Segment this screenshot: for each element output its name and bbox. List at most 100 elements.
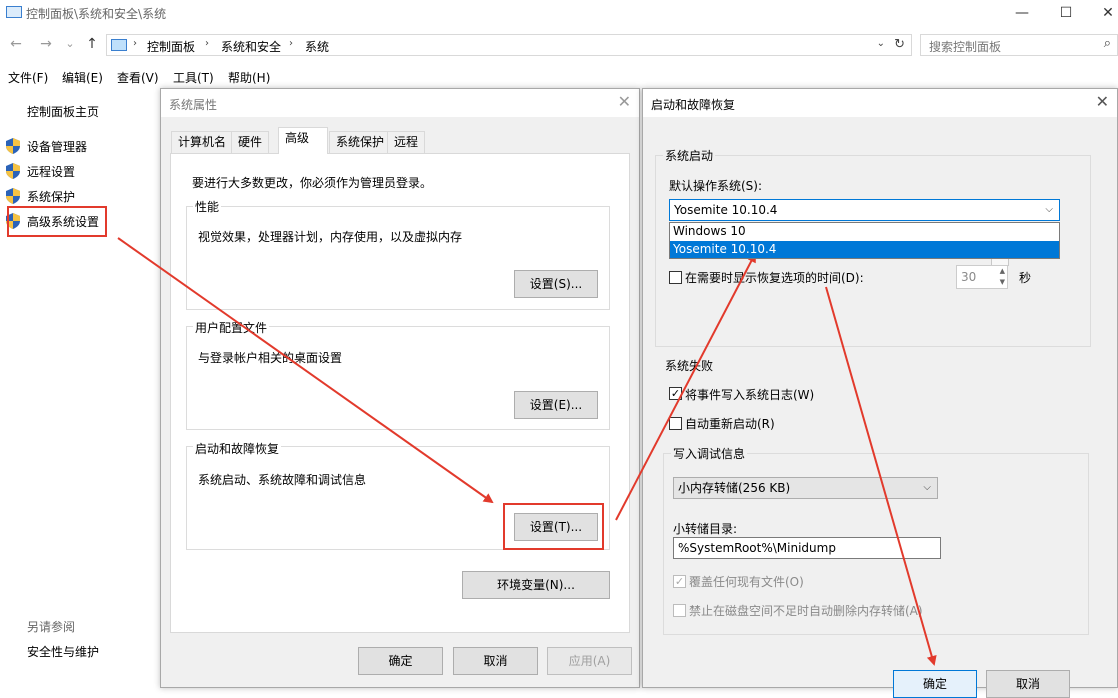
control-panel-icon (6, 6, 22, 18)
sidebar-item-device-manager[interactable]: 设备管理器 (27, 138, 87, 155)
close-icon[interactable]: ✕ (1096, 92, 1109, 111)
disable-autodelete-checkbox[interactable] (673, 604, 686, 617)
annotation-highlight (7, 206, 107, 237)
write-event-log-checkbox[interactable]: ✓ (669, 387, 682, 400)
breadcrumb-control-panel[interactable]: 控制面板 (147, 38, 195, 55)
tab-hardware[interactable]: 硬件 (231, 131, 270, 153)
control-panel-home-link[interactable]: 控制面板主页 (27, 103, 99, 120)
default-os-select[interactable]: Yosemite 10.10.4 ⌵ (669, 199, 1060, 221)
dialog-title: 系统属性 (169, 98, 218, 112)
forward-button[interactable]: → (38, 36, 54, 52)
spinner-arrows[interactable]: ▲ ▼ (1000, 266, 1005, 288)
startup-label: 启动和故障恢复 (193, 440, 282, 457)
sidebar-item-system-protection[interactable]: 系统保护 (27, 188, 75, 205)
window-title: 控制面板\系统和安全\系统 (26, 7, 167, 21)
performance-settings-button[interactable]: 设置(S)... (514, 270, 598, 298)
search-icon[interactable]: ⌕ (1104, 36, 1111, 51)
profiles-settings-button[interactable]: 设置(E)... (514, 391, 598, 419)
profiles-desc: 与登录帐户相关的桌面设置 (198, 351, 343, 365)
annotation-highlight (503, 503, 604, 550)
startup-recovery-dialog: 启动和故障恢复 ✕ 系统启动 默认操作系统(S): Yosemite 10.10… (642, 88, 1118, 698)
system-failure-label: 系统失败 (663, 357, 716, 374)
ok-button[interactable]: 确定 (358, 647, 443, 675)
dump-dir-value: %SystemRoot%\Minidump (678, 541, 836, 555)
tab-advanced[interactable]: 高级 (278, 127, 328, 154)
see-also-security-link[interactable]: 安全性与维护 (27, 643, 99, 660)
menu-edit[interactable]: 编辑(E) (62, 69, 103, 86)
address-bar[interactable]: › 控制面板 › 系统和安全 › 系统 ⌄ ↻ (106, 34, 912, 56)
menu-file[interactable]: 文件(F) (8, 69, 48, 86)
breadcrumb-separator: › (133, 38, 137, 49)
environment-variables-button[interactable]: 环境变量(N)... (462, 571, 610, 599)
sidebar-item-remote-settings[interactable]: 远程设置 (27, 163, 75, 180)
close-button[interactable]: ✕ (1098, 4, 1118, 22)
chevron-down-icon: ⌵ (923, 482, 931, 493)
show-recovery-label: 在需要时显示恢复选项的时间(D): (685, 271, 864, 285)
chevron-down-icon: ⌵ (1045, 204, 1053, 215)
refresh-icon[interactable]: ↻ (894, 37, 905, 52)
show-recovery-checkbox[interactable] (669, 271, 682, 284)
performance-label: 性能 (193, 198, 222, 215)
breadcrumb-separator: › (289, 38, 293, 49)
recent-locations-button[interactable]: ⌄ (62, 36, 78, 52)
os-option-yosemite[interactable]: Yosemite 10.10.4 (670, 241, 1059, 258)
system-properties-dialog: 系统属性 ✕ 计算机名 硬件 高级 系统保护 远程 要进行大多数更改，你必须作为… (160, 88, 640, 688)
overwrite-checkbox[interactable]: ✓ (673, 575, 686, 588)
tab-remote[interactable]: 远程 (387, 131, 426, 153)
minimize-button[interactable]: — (1012, 4, 1032, 22)
close-icon[interactable]: ✕ (618, 92, 631, 111)
admin-note: 要进行大多数更改，你必须作为管理员登录。 (192, 176, 433, 190)
tab-system-protection[interactable]: 系统保护 (329, 131, 392, 153)
os-option-windows[interactable]: Windows 10 (670, 223, 1059, 241)
control-panel-icon (111, 39, 127, 51)
performance-desc: 视觉效果，处理器计划，内存使用，以及虚拟内存 (198, 230, 463, 244)
maximize-button[interactable]: ☐ (1056, 4, 1076, 22)
recovery-seconds-value: 30 (961, 270, 977, 284)
chevron-down-icon[interactable]: ⌄ (877, 38, 885, 49)
window-titlebar: 控制面板\系统和安全\系统 — ☐ ✕ (0, 0, 1118, 26)
debug-type-value: 小内存转储(256 KB) (678, 481, 791, 495)
up-button[interactable]: ↑ (84, 36, 100, 52)
menu-help[interactable]: 帮助(H) (228, 69, 270, 86)
shield-icon (6, 138, 20, 154)
debug-type-select[interactable]: 小内存转储(256 KB) ⌵ (673, 477, 938, 499)
auto-restart-checkbox[interactable] (669, 417, 682, 430)
shield-icon (6, 188, 20, 204)
dialog-title: 启动和故障恢复 (651, 98, 736, 112)
breadcrumb-system[interactable]: 系统 (305, 38, 329, 55)
disable-autodelete-label: 禁止在磁盘空间不足时自动删除内存转储(A) (689, 604, 923, 618)
seconds-unit: 秒 (1019, 271, 1032, 285)
recovery-seconds-input[interactable]: 30 ▲ ▼ (956, 265, 1008, 289)
os-dropdown-list: Windows 10 Yosemite 10.10.4 (669, 222, 1060, 259)
system-startup-label: 系统启动 (663, 147, 716, 164)
dump-dir-label: 小转储目录: (673, 522, 738, 536)
cancel-button[interactable]: 取消 (453, 647, 538, 675)
dialog-titlebar: 启动和故障恢复 ✕ (643, 89, 1117, 117)
search-input[interactable]: 搜索控制面板 ⌕ (920, 34, 1118, 56)
default-os-value: Yosemite 10.10.4 (674, 203, 778, 217)
menu-tools[interactable]: 工具(T) (173, 69, 214, 86)
tab-computer-name[interactable]: 计算机名 (171, 131, 234, 153)
see-also-heading: 另请参阅 (27, 620, 76, 634)
auto-restart-label: 自动重新启动(R) (685, 417, 775, 431)
startup-desc: 系统启动、系统故障和调试信息 (198, 473, 367, 487)
debug-info-label: 写入调试信息 (671, 445, 748, 462)
back-button[interactable]: ← (8, 36, 24, 52)
ok-button[interactable]: 确定 (893, 670, 977, 698)
search-placeholder: 搜索控制面板 (929, 40, 1002, 54)
overwrite-label: 覆盖任何现有文件(O) (689, 575, 804, 589)
menu-view[interactable]: 查看(V) (117, 69, 159, 86)
dump-dir-input[interactable]: %SystemRoot%\Minidump (673, 537, 941, 559)
tab-pane-advanced: 要进行大多数更改，你必须作为管理员登录。 性能 视觉效果，处理器计划，内存使用，… (170, 153, 630, 633)
breadcrumb-separator: › (205, 38, 209, 49)
write-event-log-label: 将事件写入系统日志(W) (685, 388, 815, 402)
address-row: ← → ⌄ ↑ › 控制面板 › 系统和安全 › 系统 ⌄ ↻ 搜索控制面板 ⌕ (0, 32, 1118, 58)
cancel-button[interactable]: 取消 (986, 670, 1070, 698)
breadcrumb-security[interactable]: 系统和安全 (221, 38, 281, 55)
profiles-label: 用户配置文件 (193, 319, 270, 336)
default-os-label: 默认操作系统(S): (669, 179, 763, 193)
dialog-titlebar: 系统属性 ✕ (161, 89, 639, 117)
apply-button[interactable]: 应用(A) (547, 647, 632, 675)
shield-icon (6, 163, 20, 179)
menu-bar: 文件(F) 编辑(E) 查看(V) 工具(T) 帮助(H) (0, 66, 1118, 86)
